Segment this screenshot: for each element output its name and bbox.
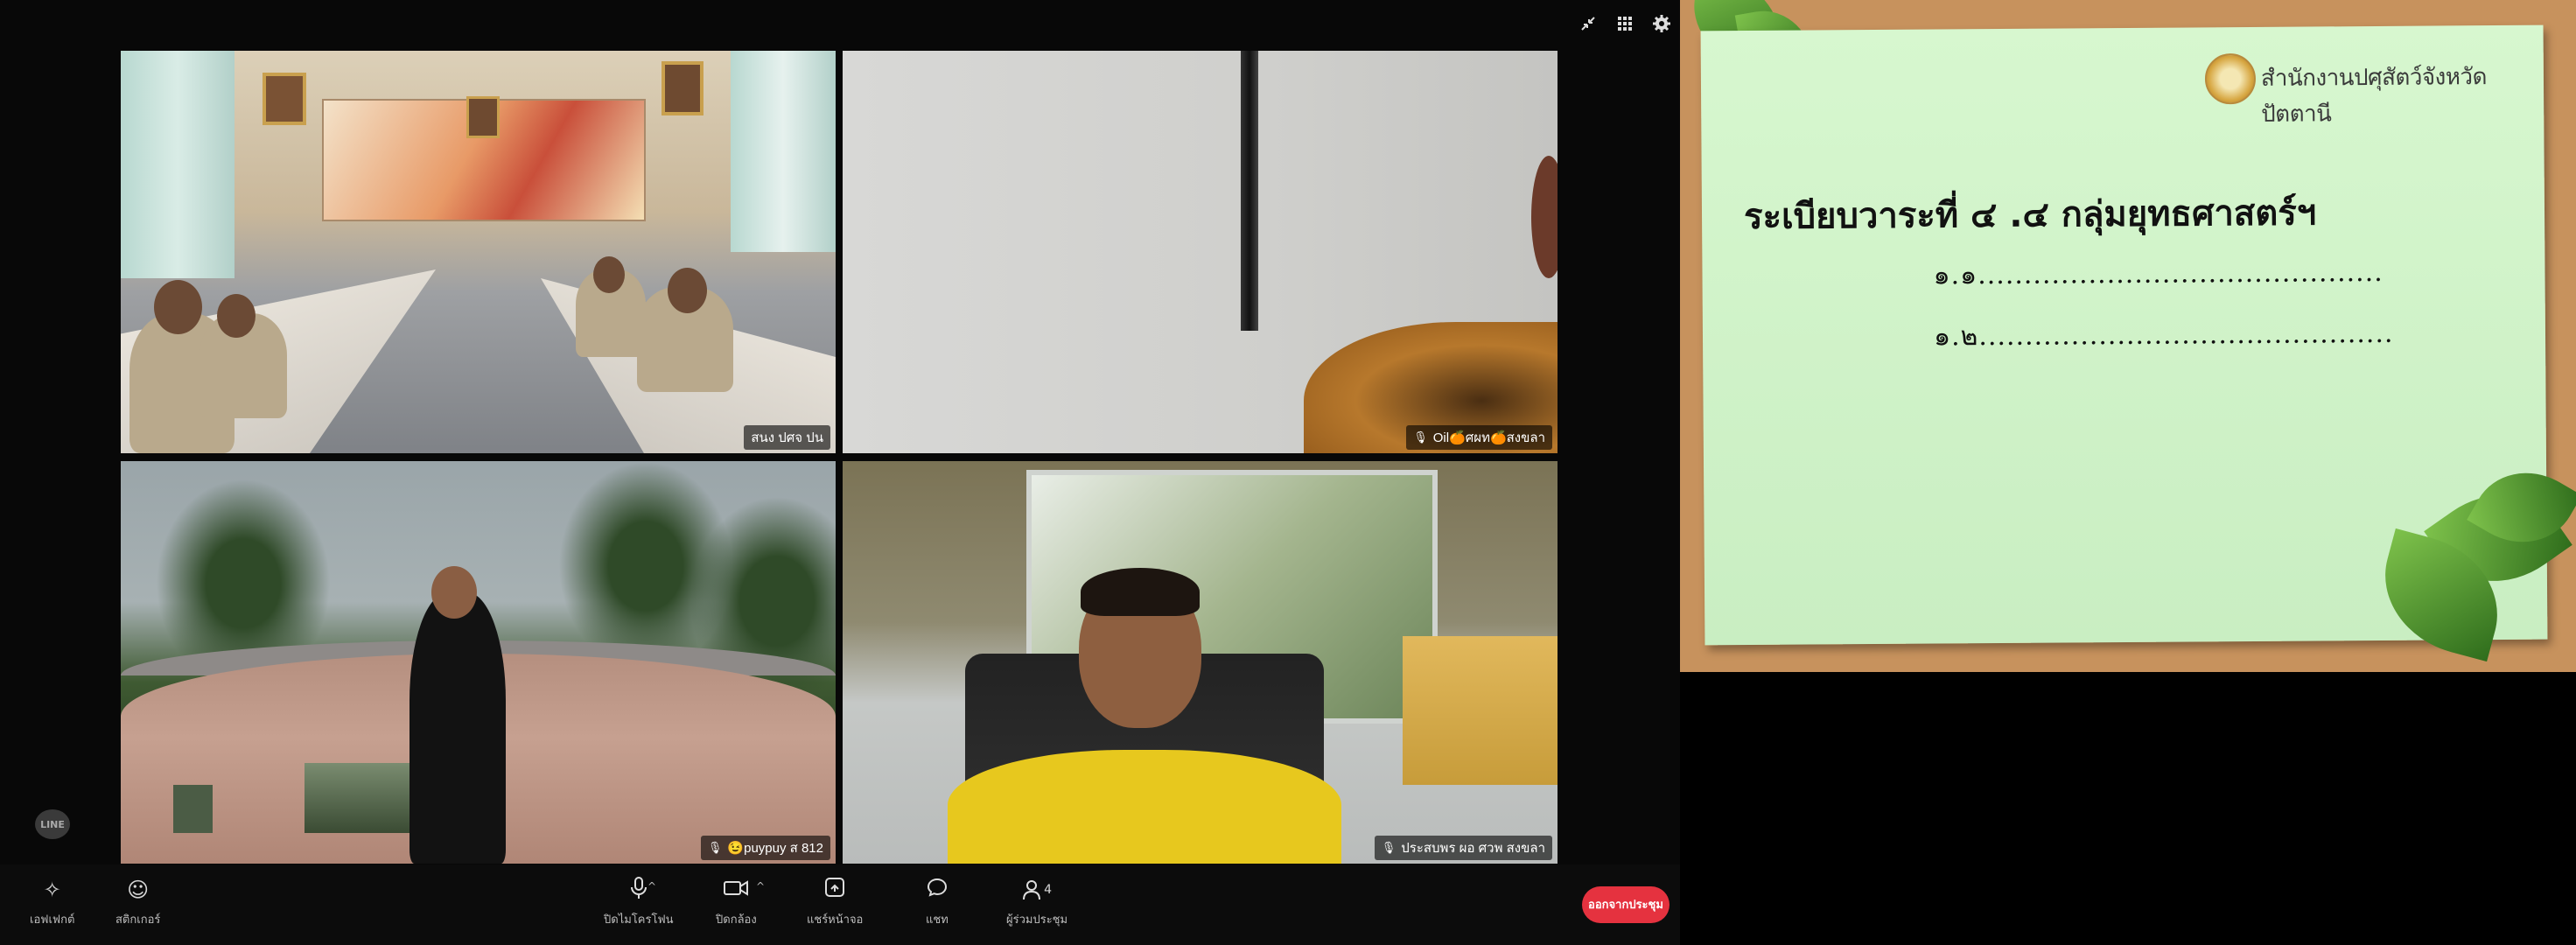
camera-label: ปิดกล้อง xyxy=(716,914,757,927)
participant-name-label: 🎙 Oil🍊ศผท🍊สงขลา xyxy=(1406,425,1552,450)
curtain xyxy=(731,51,836,252)
participant-name-label: 🎙 ประสบพร ผอ ศวพ สงขลา xyxy=(1374,836,1552,860)
participants-label: ผู้ร่วมประชุม xyxy=(1006,914,1068,927)
line-watermark-icon: LINE xyxy=(35,809,70,839)
effects-label: เอฟเฟกต์ xyxy=(30,914,75,927)
smiley-icon: ☺ xyxy=(127,878,150,902)
video-tile-2[interactable]: 🎙 Oil🍊ศผท🍊สงขลา xyxy=(843,51,1558,453)
video-tile-1[interactable]: สนง ปศจ ปน xyxy=(121,51,836,453)
chat-bubble-icon xyxy=(927,877,948,903)
organization-name: สำนักงานปศุสัตว์จังหวัดปัตตานี xyxy=(2260,64,2488,128)
participant-name: Oil🍊ศผท🍊สงขลา xyxy=(1432,430,1545,445)
stickers-label: สติกเกอร์ xyxy=(116,914,161,927)
share-label: แชร์หน้าจอ xyxy=(807,914,864,927)
presentation-background xyxy=(1680,672,2576,945)
sparkle-icon: ✧ xyxy=(43,878,61,902)
participant-name: สนง ปศจ ปน xyxy=(751,430,823,445)
share-screen-icon xyxy=(824,877,845,903)
mic-muted-icon: 🎙 xyxy=(1413,430,1428,444)
participant-head xyxy=(217,294,256,338)
camera-icon xyxy=(724,877,749,903)
wall-opening xyxy=(173,785,213,833)
portrait-frame xyxy=(662,61,704,116)
person-icon: 4 xyxy=(1022,877,1052,903)
effects-button[interactable]: ✧ เอฟเฟกต์ xyxy=(30,877,74,928)
participants-button[interactable]: 4 ผู้ร่วมประชุม xyxy=(1006,877,1068,928)
meeting-view: สนง ปศจ ปน 🎙 Oil🍊ศผท🍊สงขลา 🎙 😉puypuy ส 8… xyxy=(0,0,1680,945)
camera-options-caret[interactable]: ^ xyxy=(756,880,765,892)
slide-title: ระเบียบวาระที่ ๔ .๔ กลุ่มยุทธศาสตร์ฯ xyxy=(1743,192,2317,238)
slide-item: ๑.๑.....................................… xyxy=(1933,256,2384,291)
share-screen-button[interactable]: แชร์หน้าจอ xyxy=(807,877,863,928)
video-tile-3[interactable]: 🎙 😉puypuy ส 812 xyxy=(121,461,836,864)
mic-muted-icon: 🎙 xyxy=(1381,841,1396,854)
participant-figure xyxy=(410,592,506,864)
participant-name: ประสบพร ผอ ศวพ สงขลา xyxy=(1401,841,1545,856)
participant-count: 4 xyxy=(1044,883,1052,897)
participant-name-label: 🎙 😉puypuy ส 812 xyxy=(700,836,830,860)
minimize-icon[interactable] xyxy=(1578,14,1598,33)
mic-label: ปิดไมโครโฟน xyxy=(604,914,674,927)
curtain-rod xyxy=(1241,51,1258,331)
participant-name: 😉puypuy ส 812 xyxy=(727,841,823,856)
cardboard-box xyxy=(1403,636,1558,785)
participant-body xyxy=(948,750,1341,864)
video-tile-4[interactable]: 🎙 ประสบพร ผอ ศวพ สงขลา xyxy=(843,461,1558,864)
portrait-frame xyxy=(466,96,500,138)
top-controls xyxy=(1578,14,1671,33)
curtain xyxy=(121,51,234,278)
participant-name-label: สนง ปศจ ปน xyxy=(744,425,830,450)
stickers-button[interactable]: ☺ สติกเกอร์ xyxy=(116,877,160,928)
participant-head xyxy=(431,566,477,619)
participant-head xyxy=(593,256,625,293)
mic-muted-icon: 🎙 xyxy=(707,841,723,854)
slide-item: ๑.๒.....................................… xyxy=(1933,318,2394,353)
leave-meeting-button[interactable]: ออกจากประชุม xyxy=(1582,886,1670,923)
chat-label: แชท xyxy=(926,914,948,927)
shared-presentation: สำนักงานปศุสัตว์จังหวัดปัตตานี ระเบียบวา… xyxy=(1680,0,2576,672)
participant-hair xyxy=(1081,568,1200,616)
chat-button[interactable]: แชท xyxy=(926,877,948,928)
microphone-icon xyxy=(630,877,648,903)
portrait-frame xyxy=(262,73,306,125)
mic-options-caret[interactable]: ^ xyxy=(648,880,656,892)
settings-gear-icon[interactable] xyxy=(1652,14,1671,33)
participant-head xyxy=(154,280,202,334)
participant-head xyxy=(668,268,707,313)
grid-layout-icon[interactable] xyxy=(1615,14,1634,33)
meeting-toolbar: ✧ เอฟเฟกต์ ☺ สติกเกอร์ ปิดไมโครโฟน ^ ปิด… xyxy=(0,864,1680,945)
camera-button[interactable]: ปิดกล้อง xyxy=(716,877,757,928)
department-seal-logo xyxy=(2204,52,2257,105)
mic-button[interactable]: ปิดไมโครโฟน xyxy=(604,877,674,928)
